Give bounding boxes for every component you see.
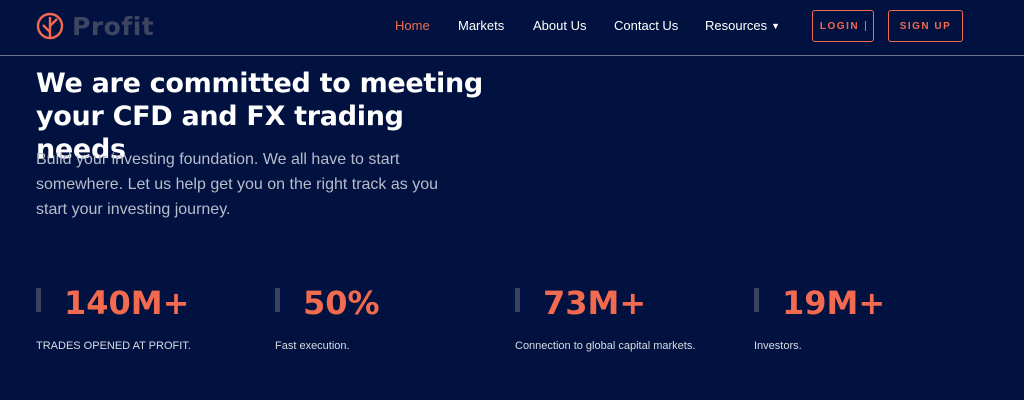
stat-accent-bar bbox=[36, 288, 41, 312]
chevron-down-icon: ▼ bbox=[771, 21, 781, 31]
stat-value: 140M+ bbox=[64, 284, 190, 322]
nav-contact-us[interactable]: Contact Us bbox=[614, 18, 678, 33]
login-button[interactable]: LOGIN bbox=[812, 10, 874, 42]
stat-accent-bar bbox=[275, 288, 280, 312]
navbar: Profit Home Markets About Us Contact Us … bbox=[0, 0, 1024, 56]
hero-subtitle: Build your investing foundation. We all … bbox=[36, 151, 439, 218]
nav-about-us[interactable]: About Us bbox=[533, 18, 586, 33]
nav-markets[interactable]: Markets bbox=[458, 18, 504, 33]
stat-accent-bar bbox=[754, 288, 759, 312]
signup-label: SIGN UP bbox=[899, 20, 952, 32]
nav-resources-label: Resources bbox=[705, 18, 768, 33]
stat-value: 19M+ bbox=[782, 284, 886, 322]
stat-label: Fast execution. bbox=[275, 340, 350, 352]
stat-value: 50% bbox=[303, 284, 380, 322]
login-label: LOGIN bbox=[819, 20, 860, 32]
nav-home[interactable]: Home bbox=[395, 18, 430, 33]
signup-button[interactable]: SIGN UP bbox=[888, 10, 963, 42]
nav-resources[interactable]: Resources ▼ bbox=[705, 18, 780, 33]
stat-label: TRADES OPENED AT PROFIT. bbox=[36, 340, 191, 352]
stat-accent-bar bbox=[515, 288, 520, 312]
stat-label: Connection to global capital markets. bbox=[515, 340, 696, 352]
cursor-bar bbox=[865, 21, 867, 31]
stat-value: 73M+ bbox=[543, 284, 647, 322]
stat-label: Investors. bbox=[754, 340, 802, 352]
